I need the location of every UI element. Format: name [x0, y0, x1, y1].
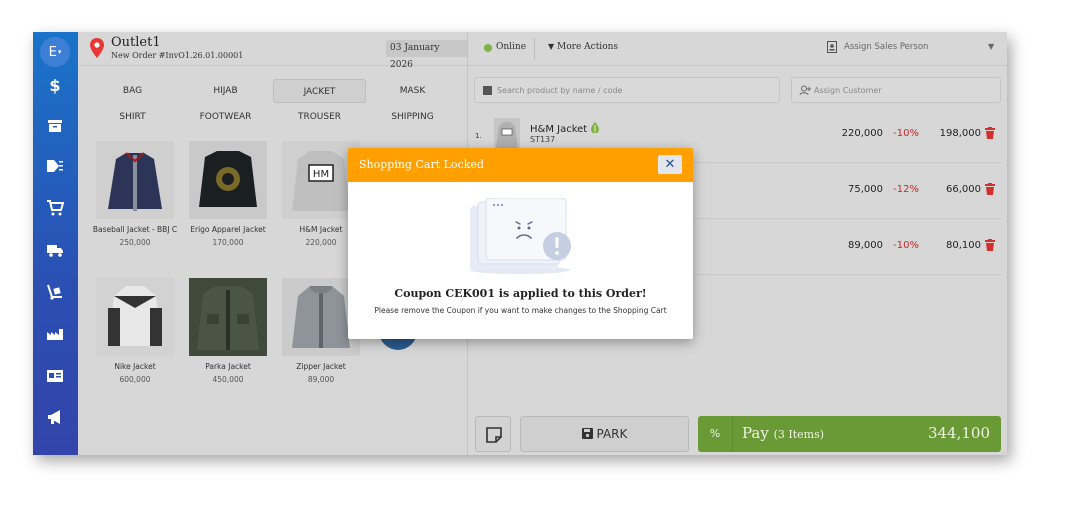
pay-label: Pay (3 Items) [742, 424, 824, 442]
cart-item-discount: -12% [893, 184, 919, 195]
sidebar: E ▾ $ [33, 32, 78, 455]
eco-leaf-icon [591, 122, 600, 134]
product-name: Zipper Jacket [296, 362, 346, 371]
more-actions-label: More Actions [557, 42, 619, 52]
product-price: 89,000 [307, 375, 335, 384]
cart-header: Online ▼ More Actions Assign Sales Perso… [468, 32, 1007, 66]
dolly-icon[interactable] [45, 284, 65, 304]
product-name: Nike Jacket [114, 362, 156, 371]
user-avatar[interactable]: E ▾ [40, 37, 70, 67]
add-user-icon [799, 85, 811, 96]
cart-item-name-text: H&M Jacket [530, 124, 588, 135]
product-name: Parka Jacket [205, 362, 251, 371]
category-shirt[interactable]: SHIRT [86, 105, 179, 129]
inbox-icon[interactable] [45, 118, 65, 138]
category-hijab[interactable]: HIJAB [179, 79, 272, 103]
barcode-icon [483, 86, 492, 95]
cart-item-discount: -10% [893, 128, 919, 139]
caret-down-icon: ▼ [548, 42, 555, 51]
dollar-icon[interactable]: $ [45, 76, 65, 96]
assign-customer-input[interactable]: Assign Customer [791, 77, 1001, 103]
cart-item-discount: -10% [893, 240, 919, 251]
order-date[interactable]: 03 January 2026 [386, 40, 467, 70]
cart-item-price: 75,000 [848, 184, 883, 195]
cart-item-net: 66,000 [946, 184, 981, 195]
product-price: 450,000 [212, 375, 244, 384]
sad-document-illustration [470, 198, 571, 274]
product-price: 600,000 [119, 375, 151, 384]
product-price: 250,000 [119, 238, 151, 247]
cart-row-index: 1. [475, 132, 482, 140]
product-name: Baseball Jacket - BBJ C [92, 225, 178, 234]
id-card-icon[interactable] [45, 368, 65, 388]
cart-item-net: 80,100 [946, 240, 981, 251]
product-search-input[interactable]: Search product by name / code [474, 77, 780, 103]
park-button[interactable]: PARK [520, 416, 689, 452]
product-card[interactable]: Parka Jacket 450,000 [183, 278, 273, 384]
search-placeholder: Search product by name / code [497, 86, 623, 95]
tags-icon[interactable] [45, 158, 65, 178]
divider [534, 38, 535, 60]
dialog-title: Shopping Cart Locked [359, 158, 484, 171]
pay-item-count: (3 Items) [773, 428, 825, 441]
more-actions-button[interactable]: ▼ More Actions [548, 42, 618, 52]
category-footwear[interactable]: FOOTWEAR [179, 105, 272, 129]
product-image [96, 141, 174, 219]
category-jacket[interactable]: JACKET [273, 79, 366, 103]
product-image [189, 141, 267, 219]
order-note-button[interactable] [475, 416, 511, 452]
chevron-down-icon: ▾ [57, 48, 62, 56]
category-shipping[interactable]: SHIPPING [366, 105, 459, 129]
warehouse-icon[interactable] [45, 326, 65, 346]
location-pin-icon [90, 38, 104, 58]
cart-item-price: 220,000 [841, 128, 883, 139]
order-number: New Order #InvO1.26.01.00001 [111, 51, 244, 60]
product-card[interactable]: Baseball Jacket - BBJ C 250,000 [90, 141, 180, 247]
pay-button[interactable]: % Pay (3 Items) 344,100 [698, 416, 1001, 452]
product-name: Erigo Apparel Jacket [190, 225, 266, 234]
dialog-submessage: Please remove the Coupon if you want to … [374, 306, 667, 315]
online-status: Online [496, 42, 527, 52]
cart-item-price: 89,000 [848, 240, 883, 251]
cart-item-name: H&M Jacket [530, 122, 600, 135]
product-image [189, 278, 267, 356]
cart-item-sku: ST137 [530, 135, 556, 144]
product-card[interactable]: Nike Jacket 600,000 [90, 278, 180, 384]
avatar-letter: E [48, 44, 57, 60]
product-card[interactable]: Erigo Apparel Jacket 170,000 [183, 141, 273, 247]
category-mask[interactable]: MASK [366, 79, 459, 103]
product-price: 170,000 [212, 238, 244, 247]
category-trouser[interactable]: TROUSER [273, 105, 366, 129]
save-icon [581, 418, 593, 452]
truck-icon[interactable] [45, 242, 65, 262]
id-badge-icon [827, 41, 837, 53]
cart-item-net: 198,000 [939, 128, 981, 139]
product-image [96, 278, 174, 356]
online-status-dot [484, 44, 492, 52]
discount-percent-button[interactable]: % [698, 416, 733, 452]
cart-locked-dialog: Shopping Cart Locked ✕ Coupon CEK001 is … [348, 148, 693, 339]
trash-icon[interactable] [985, 239, 995, 251]
trash-icon[interactable] [985, 183, 995, 195]
megaphone-icon[interactable] [45, 409, 65, 429]
cart-icon[interactable] [45, 200, 65, 220]
assign-sales-person[interactable]: Assign Sales Person [844, 42, 928, 52]
trash-icon[interactable] [985, 127, 995, 139]
customer-placeholder: Assign Customer [814, 86, 882, 95]
outlet-name[interactable]: Outlet1 [111, 35, 161, 50]
pay-label-text: Pay [742, 424, 769, 442]
close-icon[interactable]: ✕ [658, 155, 682, 174]
dialog-header: Shopping Cart Locked ✕ [348, 148, 693, 182]
cart-item-thumbnail [494, 118, 520, 150]
svg-text:HM: HM [313, 169, 329, 180]
order-header: Outlet1 New Order #InvO1.26.01.00001 03 … [78, 32, 467, 70]
dialog-message: Coupon CEK001 is applied to this Order! [394, 287, 647, 300]
category-bag[interactable]: BAG [86, 79, 179, 103]
sticky-note-icon [486, 427, 502, 443]
chevron-down-icon[interactable]: ▼ [988, 42, 994, 51]
pay-total: 344,100 [927, 424, 990, 442]
park-label: PARK [596, 427, 628, 441]
